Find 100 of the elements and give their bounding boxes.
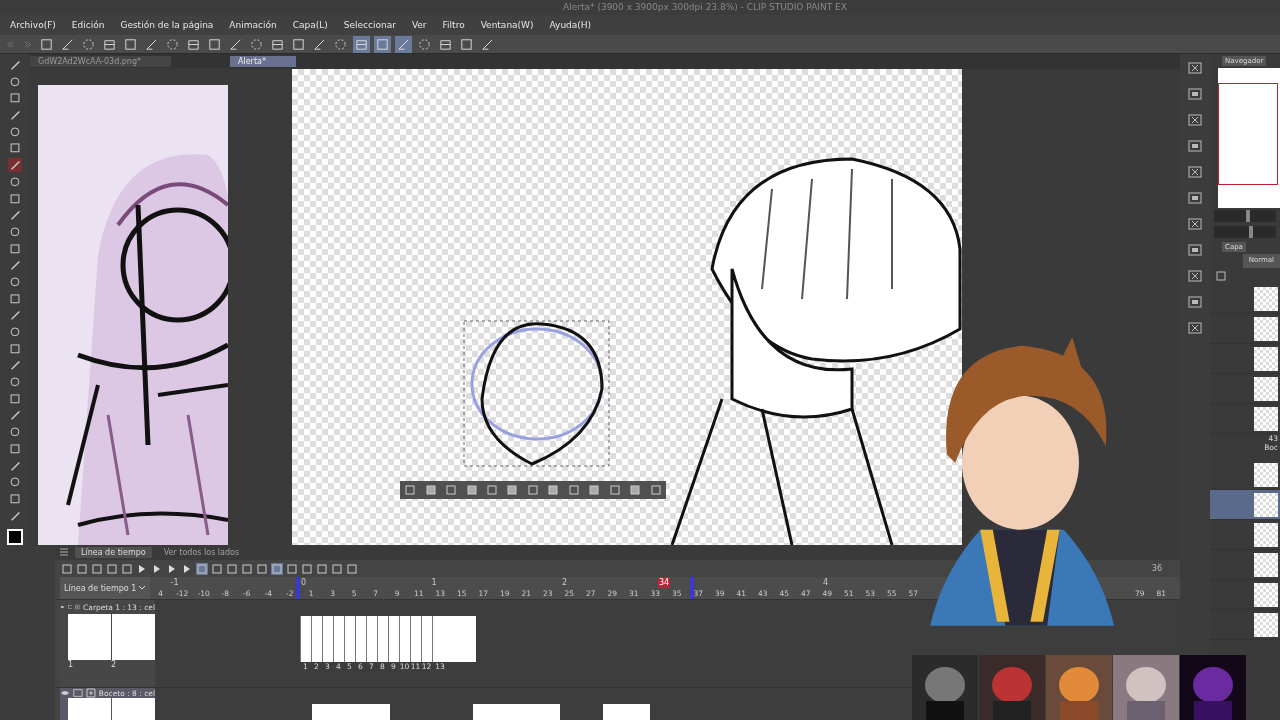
tool-icon[interactable] xyxy=(211,562,223,575)
menu-item[interactable]: Animación xyxy=(229,20,277,30)
tool-icon[interactable] xyxy=(8,375,22,389)
panel-icon[interactable] xyxy=(1187,138,1203,154)
tool-icon[interactable] xyxy=(588,484,601,496)
document-tab[interactable]: Alerta* xyxy=(230,56,296,67)
tool-icon[interactable] xyxy=(395,35,412,53)
panel-icon[interactable] xyxy=(1187,190,1203,206)
tool-icon[interactable] xyxy=(465,484,478,496)
start-marker[interactable] xyxy=(296,577,300,600)
tool-icon[interactable] xyxy=(649,484,662,496)
tool-icon[interactable] xyxy=(629,484,642,496)
tool-icon[interactable] xyxy=(256,562,268,575)
tool-icon[interactable] xyxy=(8,174,22,189)
menu-item[interactable]: Edición xyxy=(71,20,105,30)
slider-thumb[interactable] xyxy=(1246,210,1251,222)
layer-row[interactable] xyxy=(1210,314,1280,344)
tool-icon[interactable] xyxy=(8,425,22,439)
layer-row[interactable] xyxy=(1210,374,1280,404)
tool-icon[interactable] xyxy=(8,208,22,222)
tool-icon[interactable] xyxy=(8,224,22,239)
tool-icon[interactable] xyxy=(91,562,103,575)
menu-item[interactable]: Gestión de la página xyxy=(120,20,214,30)
menu-item[interactable]: Archivo(F) xyxy=(10,20,56,30)
tool-icon[interactable] xyxy=(8,274,22,289)
tool-icon[interactable] xyxy=(8,241,22,256)
tool-icon[interactable] xyxy=(8,291,22,306)
tool-icon[interactable] xyxy=(8,341,22,356)
tool-icon[interactable] xyxy=(8,58,22,72)
menu-item[interactable]: Ver xyxy=(411,20,427,30)
tool-icon[interactable] xyxy=(196,562,208,575)
layer-row[interactable] xyxy=(1210,460,1280,490)
panel-icon[interactable] xyxy=(1187,294,1203,310)
tool-icon[interactable] xyxy=(8,441,22,456)
playhead[interactable]: 34 xyxy=(658,577,670,589)
tool-icon[interactable] xyxy=(301,562,313,575)
tool-icon[interactable] xyxy=(8,258,22,272)
tool-icon[interactable] xyxy=(106,562,118,575)
timeline-dropdown[interactable]: Línea de tiempo 1 xyxy=(60,577,150,600)
end-marker[interactable] xyxy=(690,577,694,600)
eye-icon[interactable] xyxy=(60,688,70,698)
layer-row[interactable] xyxy=(1210,550,1280,580)
layer-row[interactable] xyxy=(1210,404,1280,434)
tool-icon[interactable] xyxy=(121,562,133,575)
panel-icon[interactable] xyxy=(1187,216,1203,232)
tool-icon[interactable] xyxy=(226,562,238,575)
layer-row[interactable] xyxy=(1210,490,1280,520)
panel-icon[interactable] xyxy=(1187,60,1203,76)
tool-icon[interactable] xyxy=(424,484,437,496)
layer-row[interactable] xyxy=(1210,610,1280,640)
document-tab[interactable]: GdW2Ad2WcAA-03d.png* xyxy=(30,55,171,67)
tool-icon[interactable] xyxy=(286,562,298,575)
tool-icon[interactable] xyxy=(346,562,358,575)
tool-icon[interactable] xyxy=(271,562,283,575)
tool-icon[interactable] xyxy=(506,484,519,496)
layer-row[interactable] xyxy=(1210,580,1280,610)
tool-icon[interactable] xyxy=(8,158,22,172)
layer-icon[interactable] xyxy=(1216,271,1226,281)
tool-icon[interactable] xyxy=(608,484,621,496)
slider-thumb[interactable] xyxy=(1249,226,1254,238)
panel-icon[interactable] xyxy=(1187,320,1203,336)
tool-icon[interactable] xyxy=(486,484,499,496)
color-swatch[interactable] xyxy=(7,529,23,545)
tool-icon[interactable] xyxy=(8,491,22,506)
menu-item[interactable]: Filtro xyxy=(442,20,465,30)
menu-item[interactable]: Ventana(W) xyxy=(480,20,534,30)
menu-item[interactable]: Ayuda(H) xyxy=(549,20,592,30)
panel-icon[interactable] xyxy=(1187,86,1203,102)
layer-row[interactable] xyxy=(1210,344,1280,374)
tool-icon[interactable] xyxy=(241,562,253,575)
layer-row[interactable] xyxy=(1210,284,1280,314)
tool-icon[interactable] xyxy=(8,124,22,139)
menu-item[interactable]: Capa(L) xyxy=(292,20,328,30)
tool-icon[interactable] xyxy=(8,391,22,406)
tool-icon[interactable] xyxy=(316,562,328,575)
tool-icon[interactable] xyxy=(331,562,343,575)
tool-icon[interactable] xyxy=(404,484,417,496)
tool-icon[interactable] xyxy=(8,308,22,322)
tool-icon[interactable] xyxy=(8,191,22,206)
tool-icon[interactable] xyxy=(8,74,22,89)
tool-icon[interactable] xyxy=(76,562,88,575)
expand-icon[interactable] xyxy=(85,688,96,698)
tool-icon[interactable] xyxy=(547,484,560,496)
tool-icon[interactable] xyxy=(526,484,539,496)
expand-icon[interactable] xyxy=(75,602,81,613)
tool-icon[interactable] xyxy=(445,484,458,496)
panel-tab[interactable]: Ver todos los lados xyxy=(157,546,246,558)
layer-row[interactable] xyxy=(1210,520,1280,550)
tool-icon[interactable] xyxy=(353,35,370,53)
tool-icon[interactable] xyxy=(567,484,580,496)
menu-item[interactable]: Seleccionar xyxy=(343,20,396,30)
tool-icon[interactable] xyxy=(8,108,22,122)
panel-icon[interactable] xyxy=(1187,164,1203,180)
tool-icon[interactable] xyxy=(8,325,22,339)
tool-icon[interactable] xyxy=(61,562,73,575)
panel-icon[interactable] xyxy=(1187,112,1203,128)
panel-tab[interactable]: Línea de tiempo xyxy=(75,546,152,558)
panel-icon[interactable] xyxy=(1187,242,1203,258)
panel-icon[interactable] xyxy=(1187,268,1203,284)
tool-icon[interactable] xyxy=(374,35,391,53)
